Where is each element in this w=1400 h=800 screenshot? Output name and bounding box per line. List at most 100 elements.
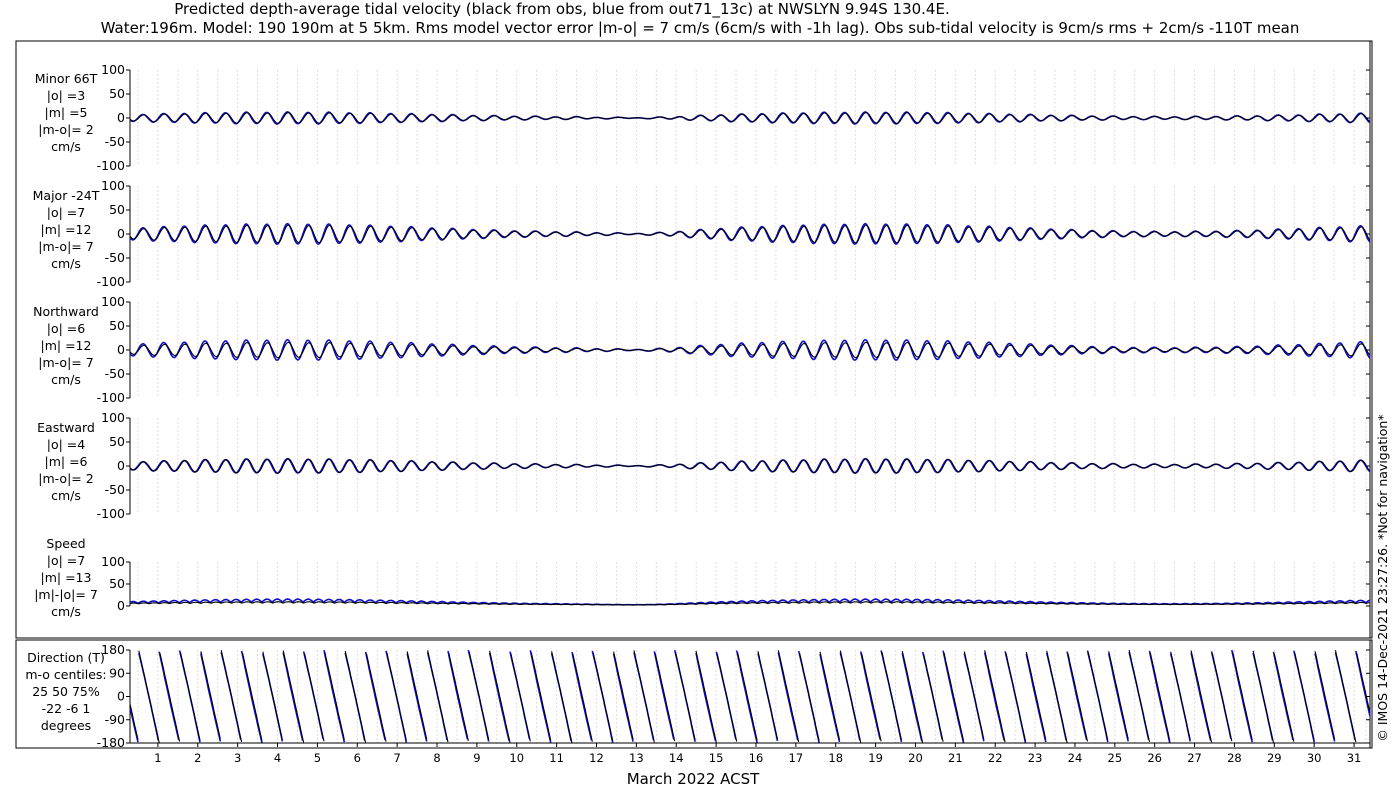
panel-label-line: |o| =7 [47, 553, 85, 568]
x-tick-label: 31 [1347, 751, 1362, 765]
panel-label-line: |m-o|= 7 [38, 355, 93, 370]
x-tick-label: 27 [1187, 751, 1202, 765]
panel-label-line: |m-o|= 2 [38, 471, 93, 486]
panel-label-line: Major -24T [33, 188, 100, 203]
x-tick-label: 12 [589, 751, 604, 765]
panel-direction: -180-90090180Direction (T)m-o centiles:2… [25, 642, 1371, 750]
x-tick-label: 14 [669, 751, 684, 765]
x-tick-label: 17 [789, 751, 804, 765]
series-model-line [129, 222, 1371, 246]
x-tick-label: 8 [433, 751, 440, 765]
series-model-line [129, 111, 1371, 125]
panel-label-line: degrees [41, 718, 91, 733]
y-tick-label: -100 [97, 274, 125, 289]
x-tick-label: 3 [234, 751, 241, 765]
x-tick-label: 9 [473, 751, 480, 765]
y-tick-label: 50 [109, 434, 125, 449]
panel-label-line: |o| =3 [47, 88, 85, 103]
y-tick-label: 0 [117, 598, 125, 613]
panel-label-line: Minor 66T [35, 71, 98, 86]
footer-copyright: © IMOS 14-Dec-2021 23:27:26. *Not for na… [1375, 414, 1390, 741]
upper-frame [15, 40, 1373, 639]
panel-label-line: Direction (T) [27, 650, 105, 665]
y-tick-label: -50 [105, 482, 125, 497]
series-model-line [129, 338, 1371, 362]
y-tick-label: 100 [101, 294, 125, 309]
x-tick-label: 4 [274, 751, 281, 765]
direction-frame [15, 639, 1373, 749]
panel-label-line: cm/s [51, 372, 81, 387]
x-tick-label: 13 [629, 751, 644, 765]
panel-label-line: Speed [46, 536, 85, 551]
x-tick-label: 30 [1307, 751, 1322, 765]
panel-label-line: |o| =6 [47, 321, 86, 336]
x-tick-label: 29 [1267, 751, 1282, 765]
x-tick-label: 1 [154, 751, 161, 765]
y-tick-label: 0 [117, 342, 125, 357]
chart-title-line1: Predicted depth-average tidal velocity (… [174, 0, 949, 19]
panel-minor: -100 -50 0 50 100Minor 66T |o| =3 |m| =5 |m-o|=… [35, 62, 1371, 173]
y-tick-label: -50 [105, 250, 125, 265]
x-tick-label: 11 [549, 751, 564, 765]
panel-label-line: |m| =12 [41, 222, 92, 237]
panel-label-line: -22 -6 1 [42, 701, 91, 716]
x-tick-label: 5 [314, 751, 321, 765]
x-tick-label: 2 [194, 751, 201, 765]
x-tick-label: 26 [1147, 751, 1162, 765]
x-tick-label: 24 [1068, 751, 1083, 765]
panel-label-line: 25 50 75% [32, 684, 100, 699]
x-tick-label: 28 [1227, 751, 1242, 765]
x-axis: 1 2 3 4 5 6 7 8 9 10 11 12 13 14 15 16 17 18 19 20 21 22 23 24 2… [130, 742, 1370, 765]
y-tick-label: 100 [101, 554, 125, 569]
y-tick-label: 90 [109, 665, 125, 680]
y-tick-label: 50 [109, 86, 125, 101]
panel-major: -100 -50 0 50 100Major -24T |o| =7 |m| =12 |m-o… [33, 178, 1371, 289]
panel-label-line: |m| =5 [45, 105, 88, 120]
panel-label-line: |m|-|o|= 7 [34, 587, 98, 602]
x-tick-label: 23 [1028, 751, 1043, 765]
panel-label-line: |o| =7 [47, 205, 85, 220]
series-model-line [129, 649, 1371, 744]
panel-label-line: Northward [33, 304, 99, 319]
x-tick-label: 16 [749, 751, 764, 765]
series-obs-line [129, 649, 1371, 744]
y-tick-label: 50 [109, 202, 125, 217]
vertical-grid [137, 70, 1367, 743]
panel-label-line: m-o centiles: [25, 667, 106, 682]
panel-label-line: |m| =12 [41, 338, 92, 353]
y-tick-label: 50 [109, 318, 125, 333]
y-tick-label: -100 [97, 158, 125, 173]
y-tick-label: 0 [117, 226, 125, 241]
x-tick-label: 15 [709, 751, 724, 765]
x-tick-label: 7 [393, 751, 400, 765]
y-tick-label: 0 [117, 689, 125, 704]
panel-label-line: |m| =13 [41, 570, 92, 585]
y-tick-label: 0 [117, 458, 125, 473]
y-tick-label: 100 [101, 410, 125, 425]
panel-label-line: |o| =4 [47, 437, 86, 452]
x-tick-label: 21 [948, 751, 963, 765]
y-tick-label: -180 [97, 735, 125, 750]
y-tick-label: 0 [117, 110, 125, 125]
panel-speed: 0 50 100 Speed |o| =7 |m| =13 |m|-|o|= 7 cm/s [34, 536, 1371, 619]
panel-label-line: |m-o|= 2 [38, 122, 93, 137]
x-tick-label: 10 [509, 751, 524, 765]
y-tick-label: -100 [97, 506, 125, 521]
panel-label-line: cm/s [51, 604, 81, 619]
y-tick-label: 100 [101, 178, 125, 193]
panel-label-line: cm/s [51, 139, 81, 154]
x-tick-label: 20 [908, 751, 923, 765]
panel-label-line: cm/s [51, 256, 81, 271]
chart-title-line2: Water:196m. Model: 190 190m at 5 5km. Rm… [101, 19, 1300, 37]
tidal-velocity-chart: Predicted depth-average tidal velocity (… [15, 0, 1390, 788]
panel-label-line: cm/s [51, 488, 81, 503]
x-tick-label: 6 [354, 751, 361, 765]
y-tick-label: -50 [105, 134, 125, 149]
y-tick-label: -100 [97, 390, 125, 405]
x-tick-label: 25 [1108, 751, 1123, 765]
panel-east: -100 -50 0 50 100 Eastward |o| =4 |m| =6 |m-o|= … [37, 410, 1371, 521]
x-tick-label: 22 [988, 751, 1003, 765]
x-tick-label: 19 [868, 751, 883, 765]
panel-label-line: |m-o|= 7 [38, 239, 93, 254]
panel-label-line: Eastward [37, 420, 95, 435]
